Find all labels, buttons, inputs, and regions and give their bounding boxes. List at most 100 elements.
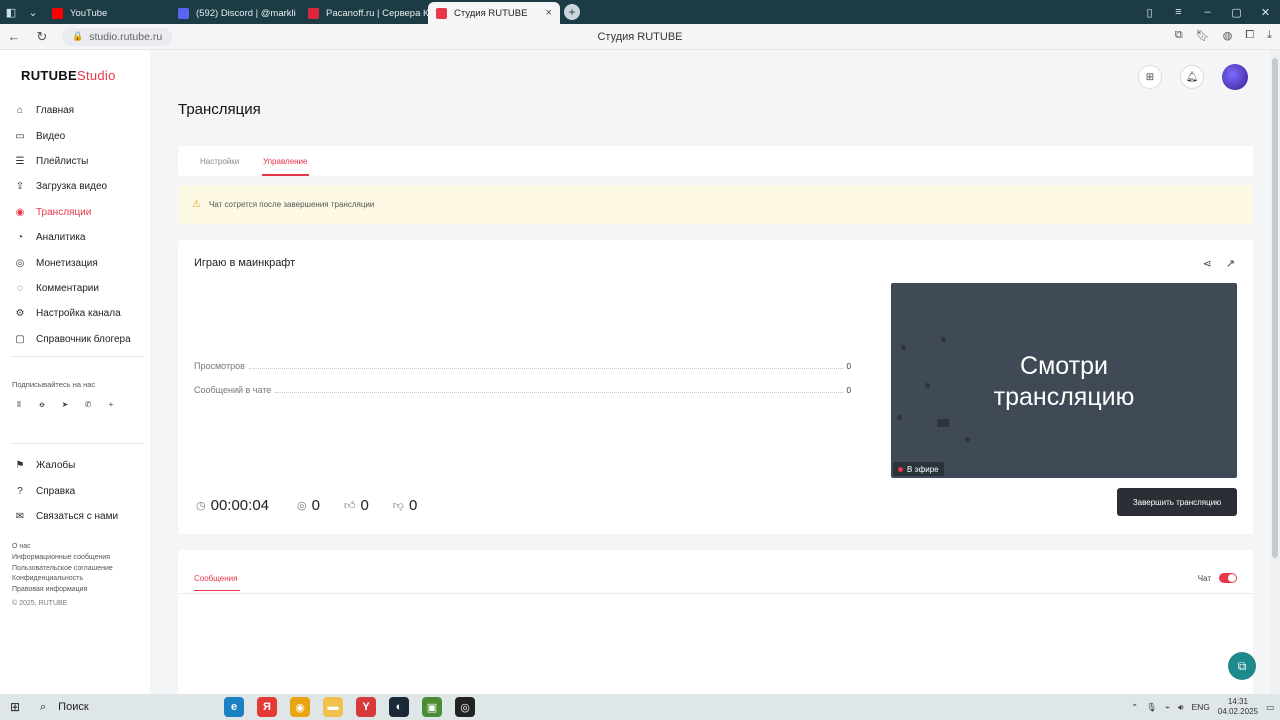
messages-divider bbox=[178, 593, 1253, 594]
tab-messages[interactable]: Сообщения bbox=[194, 574, 237, 583]
url-field[interactable]: 🔒 studio.rutube.ru bbox=[62, 27, 173, 46]
sidebar-item[interactable]: ▭ Видео bbox=[0, 123, 150, 148]
preview-text-line: Смотри bbox=[1020, 352, 1108, 380]
sidebar-item[interactable]: ◌ Комментарии bbox=[0, 276, 150, 301]
ok-icon[interactable]: ꝋ bbox=[37, 400, 47, 409]
sidebar-item[interactable]: ◉ Трансляции bbox=[0, 200, 150, 225]
tab-settings[interactable]: Настройки bbox=[200, 157, 239, 166]
sidebar-item[interactable]: ⚑ Жалобы bbox=[0, 453, 150, 478]
tray-chevron-icon[interactable]: ⌃ bbox=[1131, 702, 1138, 713]
close-tab-icon[interactable]: × bbox=[545, 7, 551, 19]
minimize-icon[interactable]: – bbox=[1193, 6, 1222, 18]
duration-value: 00:00:04 bbox=[210, 497, 269, 514]
download-icon[interactable]: ⤓ bbox=[1267, 29, 1272, 42]
yandex-icon[interactable]: Я bbox=[257, 697, 277, 717]
telegram-icon[interactable]: ➤ bbox=[60, 400, 70, 409]
sidebar-item[interactable]: ▢ Справочник блогера bbox=[0, 327, 150, 352]
avatar[interactable] bbox=[1222, 64, 1248, 90]
bookmarks-icon[interactable]: ▯ bbox=[1135, 6, 1164, 19]
tab-discord[interactable]: (592) Discord | @markli bbox=[170, 2, 300, 24]
steam-icon[interactable]: ◐ bbox=[389, 697, 409, 717]
sidebar-item-label: Настройка канала bbox=[36, 308, 121, 320]
stream-metrics: ◷ 00:00:04 ◎ 0 👍︎ 0 👎︎ 0 bbox=[196, 497, 417, 514]
tab-pacanoff[interactable]: Pacanoff.ru | Сервера КС bbox=[300, 2, 428, 24]
tab-management[interactable]: Управление bbox=[263, 157, 307, 166]
notifications-tray-icon[interactable]: ▭ bbox=[1266, 702, 1274, 713]
scrollbar-thumb[interactable] bbox=[1272, 58, 1278, 558]
language-indicator[interactable]: ENG bbox=[1192, 702, 1210, 712]
broadcast-icon: ◉ bbox=[15, 206, 25, 218]
thumbs-up-icon: 👍︎ bbox=[343, 500, 356, 512]
close-window-icon[interactable]: ✕ bbox=[1251, 6, 1280, 19]
sidebar-item-label: Загрузка видео bbox=[36, 181, 108, 193]
chat-toggle[interactable]: Чат bbox=[1198, 573, 1237, 583]
chat-switch[interactable] bbox=[1219, 573, 1237, 583]
preview-decoration bbox=[941, 337, 946, 342]
tab-label: (592) Discord | @markli bbox=[196, 7, 296, 19]
tab-youtube[interactable]: YouTube bbox=[44, 2, 170, 24]
obs-icon[interactable]: ◎ bbox=[455, 697, 475, 717]
warning-icon: ⚠ bbox=[192, 199, 201, 210]
sidebar-item[interactable]: ⌂ Главная bbox=[0, 98, 150, 123]
sidebar-item[interactable]: ⚙ Настройка канала bbox=[0, 301, 150, 326]
minecraft-icon[interactable]: ▣ bbox=[422, 697, 442, 717]
sidebar-item[interactable]: ☰ Плейлисты bbox=[0, 149, 150, 174]
reload-icon[interactable]: ↻ bbox=[28, 29, 56, 45]
start-icon[interactable]: ⊞ bbox=[0, 700, 30, 714]
sidebar-item[interactable]: ✉ Связаться с нами bbox=[0, 504, 150, 529]
extensions-icon[interactable]: ⧉ bbox=[1175, 29, 1183, 42]
volume-icon[interactable]: 🔊︎ bbox=[1178, 702, 1183, 713]
end-stream-button[interactable]: Завершить трансляцию bbox=[1117, 488, 1237, 516]
taskbar-apps: e Я ◉ ▬ Y ◐ ▣ ◎ bbox=[224, 697, 475, 717]
viber-icon[interactable]: ✆ bbox=[83, 400, 93, 409]
taskbar-search[interactable]: ⌕ Поиск bbox=[30, 694, 220, 720]
stream-preview[interactable]: Смотри трансляцию В эфире bbox=[891, 283, 1237, 478]
footer-link[interactable]: Конфиденциальность bbox=[12, 574, 113, 585]
vk-icon[interactable]: ʬ bbox=[14, 400, 24, 409]
sidebar-item[interactable]: ◔ Аналитика bbox=[0, 225, 150, 250]
clock[interactable]: 14:31 04.02.2025 bbox=[1218, 697, 1258, 717]
footer-link[interactable]: О нас bbox=[12, 542, 113, 553]
menu-icon[interactable]: ≡ bbox=[1164, 6, 1193, 18]
sidebar-item[interactable]: ⇪ Загрузка видео bbox=[0, 174, 150, 199]
back-icon[interactable]: ← bbox=[0, 29, 28, 44]
bookmark-icon[interactable]: 🔖︎ bbox=[1196, 29, 1210, 42]
support-chat-button[interactable]: ⧉ bbox=[1228, 652, 1256, 680]
rutube-studio-logo[interactable]: RUTUBEStudio bbox=[21, 68, 116, 83]
profile-icon[interactable]: ◍ bbox=[1223, 29, 1233, 42]
external-link-icon[interactable]: ↗ bbox=[1226, 257, 1235, 270]
microphone-icon[interactable]: 🎙︎ bbox=[1146, 702, 1157, 713]
page-scrollbar[interactable] bbox=[1270, 50, 1280, 694]
footer-link[interactable]: Правовая информация bbox=[12, 585, 113, 596]
tabs-dropdown-icon[interactable]: ⌄ bbox=[22, 2, 44, 22]
sidebar-item[interactable]: ? Справка bbox=[0, 478, 150, 503]
explorer-icon[interactable]: ▬ bbox=[323, 697, 343, 717]
browser-menu-icon[interactable]: ◧ bbox=[0, 2, 22, 22]
lock-icon: 🔒 bbox=[72, 31, 84, 41]
sidebar-item[interactable]: ◎ Монетизация bbox=[0, 250, 150, 275]
add-icon[interactable]: ⊞ bbox=[1138, 65, 1162, 89]
footer-link[interactable]: Пользовательское соглашение bbox=[12, 564, 113, 575]
chrome-icon[interactable]: ◉ bbox=[290, 697, 310, 717]
network-icon[interactable]: ⌁ bbox=[1165, 702, 1170, 713]
stat-label: Сообщений в чате bbox=[194, 385, 272, 395]
tab-rutube-studio[interactable]: Студия RUTUBE × bbox=[428, 2, 560, 24]
stat-dots bbox=[275, 386, 843, 393]
stream-title: Играю в маинкрафт bbox=[194, 257, 296, 269]
new-tab-button[interactable]: + bbox=[564, 4, 580, 20]
yandex-browser-icon[interactable]: Y bbox=[356, 697, 376, 717]
header-actions: ⊞ 🔔︎ bbox=[1138, 64, 1248, 90]
plus-icon[interactable]: + bbox=[106, 400, 116, 409]
edge-icon[interactable]: e bbox=[224, 697, 244, 717]
stat-value: 0 bbox=[846, 362, 851, 371]
comments-icon: ◌ bbox=[17, 282, 23, 294]
stat-label: Просмотров bbox=[194, 361, 245, 371]
viewers-value: 0 bbox=[311, 497, 320, 514]
maximize-icon[interactable]: ▢ bbox=[1222, 6, 1251, 19]
footer-link[interactable]: Информационные сообщения bbox=[12, 553, 113, 564]
share-icon[interactable]: ⋖ bbox=[1203, 257, 1212, 270]
collections-icon[interactable]: ⧠ bbox=[1245, 29, 1254, 42]
live-badge: В эфире bbox=[893, 462, 944, 476]
card-actions: ⋖ ↗ bbox=[1203, 257, 1235, 270]
notifications-icon[interactable]: 🔔︎ bbox=[1180, 65, 1204, 89]
